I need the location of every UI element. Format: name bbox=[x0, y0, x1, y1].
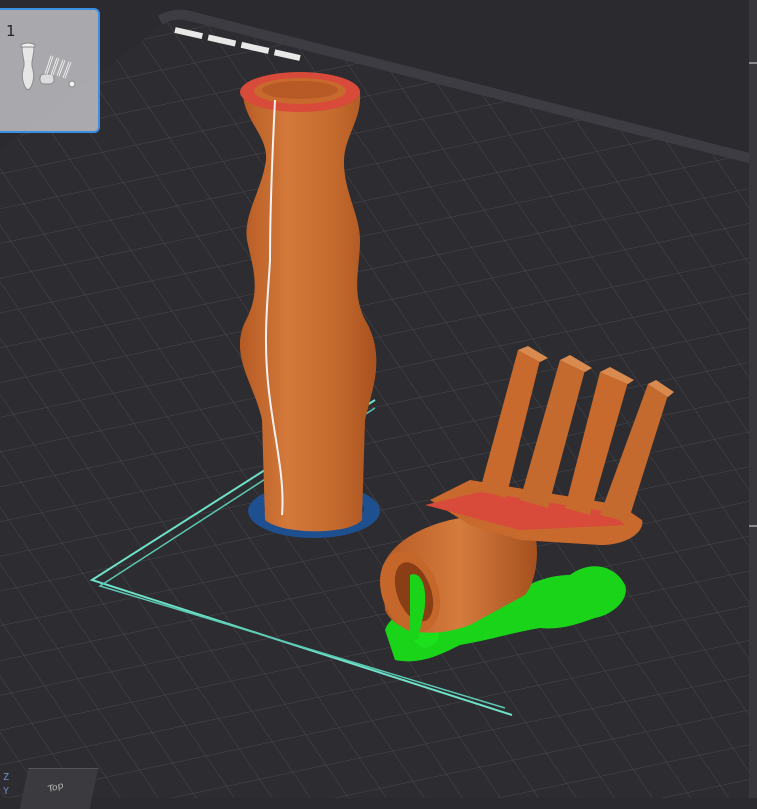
plate-thumbnail-icon bbox=[20, 42, 76, 91]
3d-viewport[interactable] bbox=[0, 0, 757, 798]
plate-thumbnail-panel[interactable]: 1 bbox=[0, 8, 100, 133]
right-panel-tick bbox=[749, 525, 757, 527]
axis-y-label: Y bbox=[3, 786, 10, 797]
axis-z-label: Z bbox=[3, 772, 10, 783]
right-panel-tick bbox=[749, 62, 757, 64]
right-panel-edge bbox=[749, 0, 757, 798]
view-cube-label: Top bbox=[47, 780, 64, 796]
view-cube[interactable]: Top bbox=[19, 768, 99, 809]
vase-opening-inner bbox=[262, 81, 338, 99]
